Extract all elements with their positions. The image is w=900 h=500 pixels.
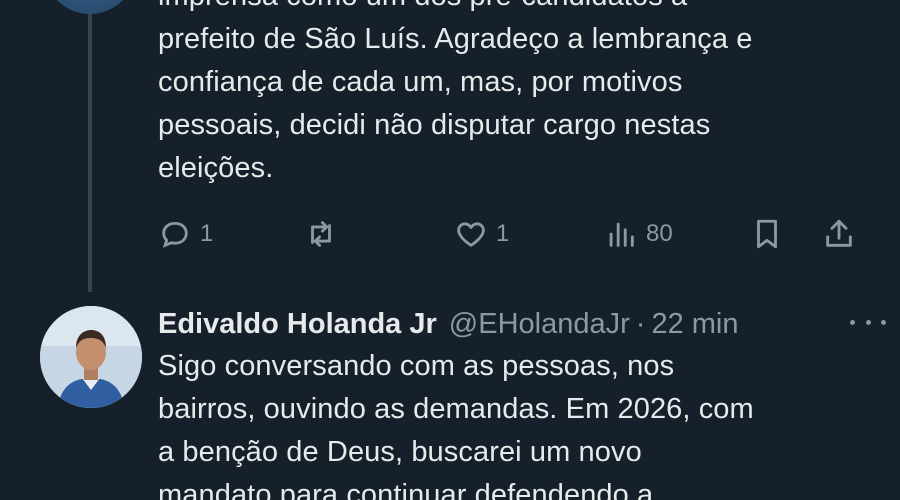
tweet-text-line: pessoais, decidi não disputar cargo nest… bbox=[158, 109, 711, 141]
reply-icon bbox=[162, 221, 188, 248]
tweet-timestamp[interactable]: 22 min bbox=[651, 308, 738, 341]
tweet-header: Edivaldo Holanda Jr @EHolandaJr · 22 min bbox=[158, 302, 886, 346]
tweet-text-line: prefeito de São Luís. Agradeço a lembran… bbox=[158, 23, 753, 55]
share-icon bbox=[826, 219, 852, 247]
views-icon bbox=[609, 222, 634, 247]
share-button[interactable] bbox=[822, 212, 856, 256]
previous-tweet-avatar[interactable] bbox=[44, 0, 136, 14]
separator-dot: · bbox=[635, 307, 646, 340]
display-name[interactable]: Edivaldo Holanda Jr bbox=[158, 308, 437, 341]
reply-button[interactable]: 1 bbox=[158, 212, 213, 256]
retweet-icon bbox=[311, 221, 331, 247]
tweet-text-line: Sigo conversando com as pessoas, nos bbox=[158, 350, 675, 382]
reply-count: 1 bbox=[200, 220, 214, 247]
thread-connector-line bbox=[88, 0, 92, 292]
like-count: 1 bbox=[496, 220, 510, 247]
bookmark-button[interactable] bbox=[750, 212, 784, 256]
retweet-button[interactable] bbox=[304, 212, 346, 256]
bookmark-icon bbox=[757, 219, 777, 249]
tweet-text-line: confiança de cada um, mas, por motivos bbox=[158, 66, 683, 98]
heart-icon bbox=[457, 222, 485, 247]
tweet-text-line: mandato para continuar defendendo a bbox=[158, 479, 654, 500]
avatar[interactable] bbox=[40, 306, 142, 408]
more-icon[interactable] bbox=[850, 312, 886, 332]
like-button[interactable]: 1 bbox=[454, 212, 509, 256]
views-count: 80 bbox=[646, 220, 673, 247]
tweet-body: Sigo conversando com as pessoas, nos bai… bbox=[158, 345, 878, 500]
user-handle[interactable]: @EHolandaJr bbox=[449, 308, 630, 341]
tweet-text-line: bairros, ouvindo as demandas. Em 2026, c… bbox=[158, 393, 754, 425]
views-button[interactable]: 80 bbox=[604, 212, 673, 256]
tweet-body: imprensa como um dos pré-candidatos a pr… bbox=[158, 0, 878, 190]
tweet-text-line: a benção de Deus, buscarei um novo bbox=[158, 436, 642, 468]
tweet-text-line: imprensa como um dos pré-candidatos a bbox=[158, 0, 878, 18]
profile-photo bbox=[40, 306, 142, 408]
tweet-action-bar: 1 1 80 bbox=[158, 212, 868, 256]
tweet-text-line: eleições. bbox=[158, 152, 274, 184]
